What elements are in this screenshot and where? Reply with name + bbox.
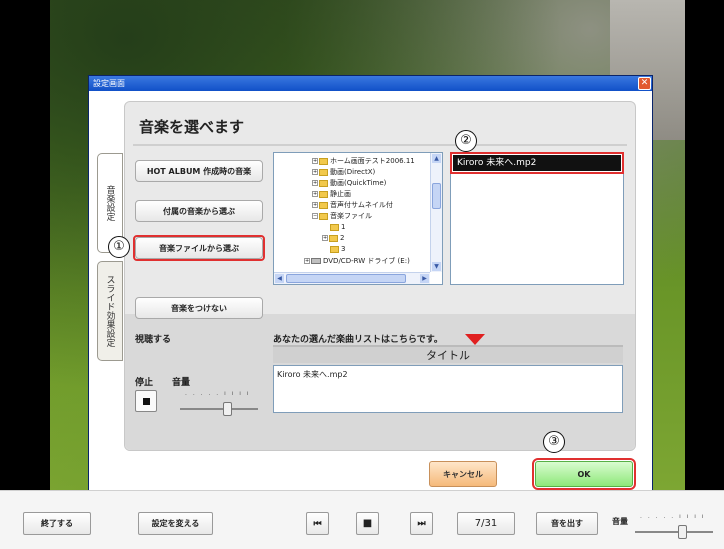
folder-icon xyxy=(330,223,339,231)
toolbar-volume-slider-handle[interactable] xyxy=(678,525,687,539)
file-list-item[interactable]: Kiroro 未来へ.mp2 xyxy=(450,152,624,174)
expand-icon: + xyxy=(322,235,328,241)
song-list-header: タイトル xyxy=(273,345,623,363)
expand-icon: + xyxy=(312,191,318,197)
folder-icon xyxy=(330,245,339,253)
song-list-item[interactable]: Kiroro 未来へ.mp2 xyxy=(277,369,619,380)
close-button[interactable]: ✕ xyxy=(638,77,651,90)
annotation-badge-1: ① xyxy=(108,236,130,258)
volume-slider-handle[interactable] xyxy=(223,402,232,416)
dialog-client: 音楽設定 スライド効果設定 音楽を選べます HOT ALBUM 作成時の音楽 付… xyxy=(89,91,652,495)
scroll-up-icon[interactable]: ▲ xyxy=(432,154,441,163)
scroll-thumb[interactable] xyxy=(286,274,406,283)
scroll-right-icon[interactable]: ▶ xyxy=(420,274,429,283)
dialog-title: 設定画面 xyxy=(93,79,125,88)
tree-vertical-scrollbar[interactable]: ▲ ▼ xyxy=(430,153,442,272)
exit-button[interactable]: 終了する xyxy=(23,512,91,535)
expand-icon: + xyxy=(312,158,318,164)
folder-icon xyxy=(319,179,328,187)
scroll-down-icon[interactable]: ▼ xyxy=(432,262,441,271)
folder-icon xyxy=(319,201,328,209)
stop-icon[interactable]: ■ xyxy=(356,512,379,535)
preview-label: 視聴する xyxy=(135,335,172,345)
scroll-left-icon[interactable]: ◀ xyxy=(275,274,284,283)
divider xyxy=(133,144,627,146)
tab-slide-effect-settings[interactable]: スライド効果設定 xyxy=(97,261,123,361)
song-list[interactable]: Kiroro 未来へ.mp2 xyxy=(273,365,623,413)
volume-label: 音量 xyxy=(172,378,191,388)
folder-open-icon xyxy=(319,212,328,220)
song-list-caption: あなたの選んだ楽曲リストはこちらです。 xyxy=(273,335,443,345)
expand-icon: + xyxy=(312,202,318,208)
scroll-thumb[interactable] xyxy=(432,183,441,209)
music-file-button[interactable]: 音楽ファイルから選ぶ xyxy=(135,237,263,259)
next-icon[interactable]: ⏭ xyxy=(410,512,433,535)
folder-icon xyxy=(319,190,328,198)
tree-item[interactable]: 3 xyxy=(330,244,345,254)
settings-dialog: 設定画面 ✕ 音楽設定 スライド効果設定 音楽を選べます HOT ALBUM 作… xyxy=(88,75,653,496)
folder-icon xyxy=(319,157,328,165)
tree-item[interactable]: + ホーム画面テスト2006.11 xyxy=(312,156,415,166)
expand-icon: + xyxy=(312,169,318,175)
toolbar-volume-slider[interactable] xyxy=(635,531,713,533)
volume-ticks: . . . . . ı ı ı ı xyxy=(185,390,251,397)
folder-icon xyxy=(319,168,328,176)
tree-item[interactable]: +2 xyxy=(322,233,344,243)
panel-title: 音楽を選べます xyxy=(139,118,245,136)
no-music-button[interactable]: 音楽をつけない xyxy=(135,297,263,319)
expand-icon: + xyxy=(312,180,318,186)
folder-tree[interactable]: + ホーム画面テスト2006.11 + 動画(DirectX) + 動画(QuickT… xyxy=(273,152,443,285)
tree-item[interactable]: 1 xyxy=(330,222,345,232)
music-panel: 音楽を選べます HOT ALBUM 作成時の音楽 付属の音楽から選ぶ 音楽ファイ… xyxy=(108,101,636,451)
toolbar-volume-ticks: . . . . . ı ı ı ı xyxy=(640,513,706,520)
volume-slider[interactable] xyxy=(180,408,258,410)
previous-icon[interactable]: ⏮ xyxy=(306,512,329,535)
drive-icon xyxy=(311,258,321,264)
expand-icon: + xyxy=(304,258,310,264)
music-file-list[interactable]: Kiroro 未来へ.mp2 xyxy=(450,152,624,285)
annotation-badge-3: ③ xyxy=(543,431,565,453)
bundled-music-button[interactable]: 付属の音楽から選ぶ xyxy=(135,200,263,222)
sound-on-button[interactable]: 音を出す xyxy=(536,512,598,535)
tree-item[interactable]: + 動画(DirectX) xyxy=(312,167,375,177)
ok-button[interactable]: OK xyxy=(532,458,636,490)
stop-label: 停止 xyxy=(135,378,154,388)
tree-item[interactable]: + 動画(QuickTime) xyxy=(312,178,386,188)
tree-item[interactable]: + DVD/CD-RW ドライブ (E:) xyxy=(304,256,410,266)
bottom-toolbar: 終了する 設定を変える ⏮ ■ ⏭ 7/31 音を出す 音量 . . . . .… xyxy=(0,490,724,549)
tree-item[interactable]: − 音楽ファイル xyxy=(312,211,372,221)
tree-item[interactable]: + 音声付サムネイル付 xyxy=(312,200,393,210)
tree-horizontal-scrollbar[interactable]: ◀ ▶ xyxy=(274,272,430,284)
stop-button[interactable] xyxy=(135,390,157,412)
page-counter: 7/31 xyxy=(457,512,515,535)
tree-item[interactable]: + 静止画 xyxy=(312,189,351,199)
cancel-button[interactable]: キャンセル xyxy=(429,461,497,487)
annotation-badge-2: ② xyxy=(455,130,477,152)
dialog-titlebar: 設定画面 ✕ xyxy=(89,76,652,91)
hot-album-music-button[interactable]: HOT ALBUM 作成時の音楽 xyxy=(135,160,263,182)
folder-icon xyxy=(329,234,338,242)
change-settings-button[interactable]: 設定を変える xyxy=(138,512,213,535)
pointer-triangle-icon xyxy=(465,334,485,345)
collapse-icon: − xyxy=(312,213,318,219)
toolbar-volume-label: 音量 xyxy=(612,517,628,526)
